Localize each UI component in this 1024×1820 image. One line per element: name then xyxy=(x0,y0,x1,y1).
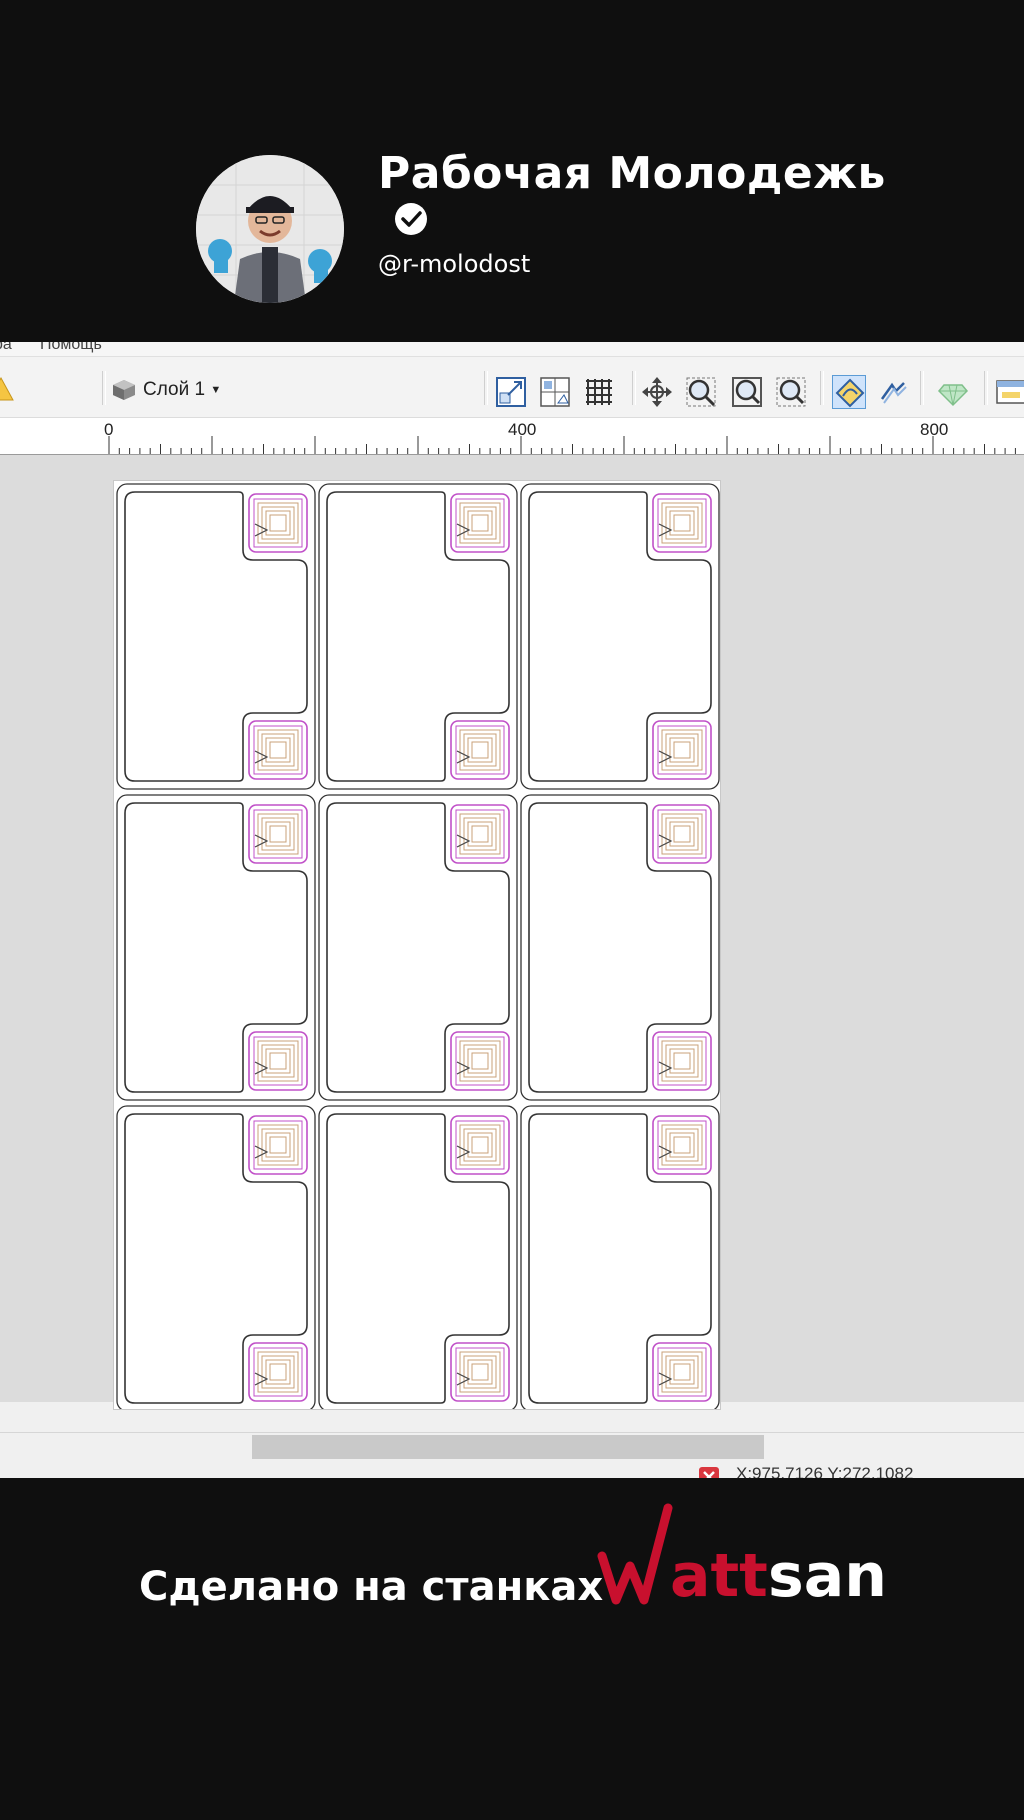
horizontal-ruler: 0 400 800 xyxy=(0,418,1024,455)
wattsan-logo: att san xyxy=(597,1503,887,1606)
menu-item-partial[interactable]: ра xyxy=(0,342,12,354)
gem-tool-button[interactable] xyxy=(936,375,970,409)
cursor-coordinates: X:975.7126 Y:272.1082 xyxy=(736,1464,914,1478)
scale-icon xyxy=(496,377,526,407)
ruler-label-400: 400 xyxy=(508,420,537,439)
card-blank xyxy=(520,1105,720,1409)
toolbar-separator xyxy=(984,371,988,405)
card-blank xyxy=(318,483,518,790)
zoom-in-icon xyxy=(686,377,716,407)
layer-cube-icon xyxy=(113,380,135,400)
card-blank xyxy=(520,483,720,790)
toolbar: Слой 1 ▼ xyxy=(0,357,1024,418)
layer-dropdown-label: Слой 1 xyxy=(143,379,206,401)
node-edit-icon xyxy=(835,378,865,408)
card-blank xyxy=(318,1105,518,1409)
channel-name[interactable]: Рабочая Молодежь xyxy=(378,148,886,199)
chevron-down-icon: ▼ xyxy=(210,384,222,396)
zoom-selection-icon xyxy=(776,377,806,407)
path-icon xyxy=(880,382,907,404)
align-icon xyxy=(540,377,570,407)
card-blank xyxy=(116,1105,316,1409)
zoom-fit-icon xyxy=(732,377,762,407)
card-blank xyxy=(116,483,316,790)
scale-tool-button[interactable] xyxy=(494,375,528,409)
toolbar-separator xyxy=(820,371,824,405)
toolbar-separator xyxy=(920,371,924,405)
menu-bar: ра Помощь xyxy=(0,342,1024,357)
horizontal-scrollbar-thumb[interactable] xyxy=(252,1435,764,1459)
brand-logo: att san xyxy=(590,1496,890,1606)
avatar-image xyxy=(196,155,344,303)
path-tool-button[interactable] xyxy=(876,375,910,409)
pan-tool-button[interactable] xyxy=(640,375,674,409)
toolbar-separator xyxy=(102,371,106,405)
verified-badge-icon xyxy=(395,203,427,235)
panel-icon xyxy=(996,380,1024,404)
move-arrows-icon xyxy=(642,377,672,407)
align-tool-button[interactable] xyxy=(538,375,572,409)
avatar[interactable] xyxy=(196,155,344,303)
toolbar-separator xyxy=(632,371,636,405)
panel-tool-button[interactable] xyxy=(994,375,1024,409)
grid-icon xyxy=(586,379,612,405)
ruler-label-800: 800 xyxy=(920,420,949,439)
footer-banner: Сделано на станках att san xyxy=(0,1478,1024,1820)
channel-header: Рабочая Молодежь @r-molodost xyxy=(0,0,1024,342)
ruler-label-0: 0 xyxy=(104,420,114,439)
brand-part2: san xyxy=(768,1541,887,1606)
footer-caption: Сделано на станках xyxy=(139,1564,604,1610)
error-icon[interactable] xyxy=(698,1466,720,1478)
card-blank xyxy=(318,794,518,1101)
toolbar-separator xyxy=(484,371,488,405)
menu-item-help[interactable]: Помощь xyxy=(40,342,102,354)
zoom-in-button[interactable] xyxy=(684,375,718,409)
grid-tool-button[interactable] xyxy=(582,375,616,409)
layer-dropdown[interactable]: Слой 1 ▼ xyxy=(143,375,221,405)
channel-handle[interactable]: @r-molodost xyxy=(378,250,530,278)
card-layout xyxy=(116,483,720,1409)
material-sheet[interactable] xyxy=(114,481,720,1409)
gem-icon xyxy=(937,384,969,407)
node-edit-button[interactable] xyxy=(832,375,866,409)
card-blank xyxy=(116,794,316,1101)
card-blank xyxy=(520,794,720,1101)
drawing-canvas[interactable] xyxy=(0,455,1024,1409)
cad-application-window: ра Помощь Слой 1 ▼ xyxy=(0,342,1024,1478)
zoom-selection-button[interactable] xyxy=(774,375,808,409)
warning-icon[interactable] xyxy=(0,377,14,401)
brand-part1: att xyxy=(670,1541,768,1606)
zoom-fit-button[interactable] xyxy=(730,375,764,409)
